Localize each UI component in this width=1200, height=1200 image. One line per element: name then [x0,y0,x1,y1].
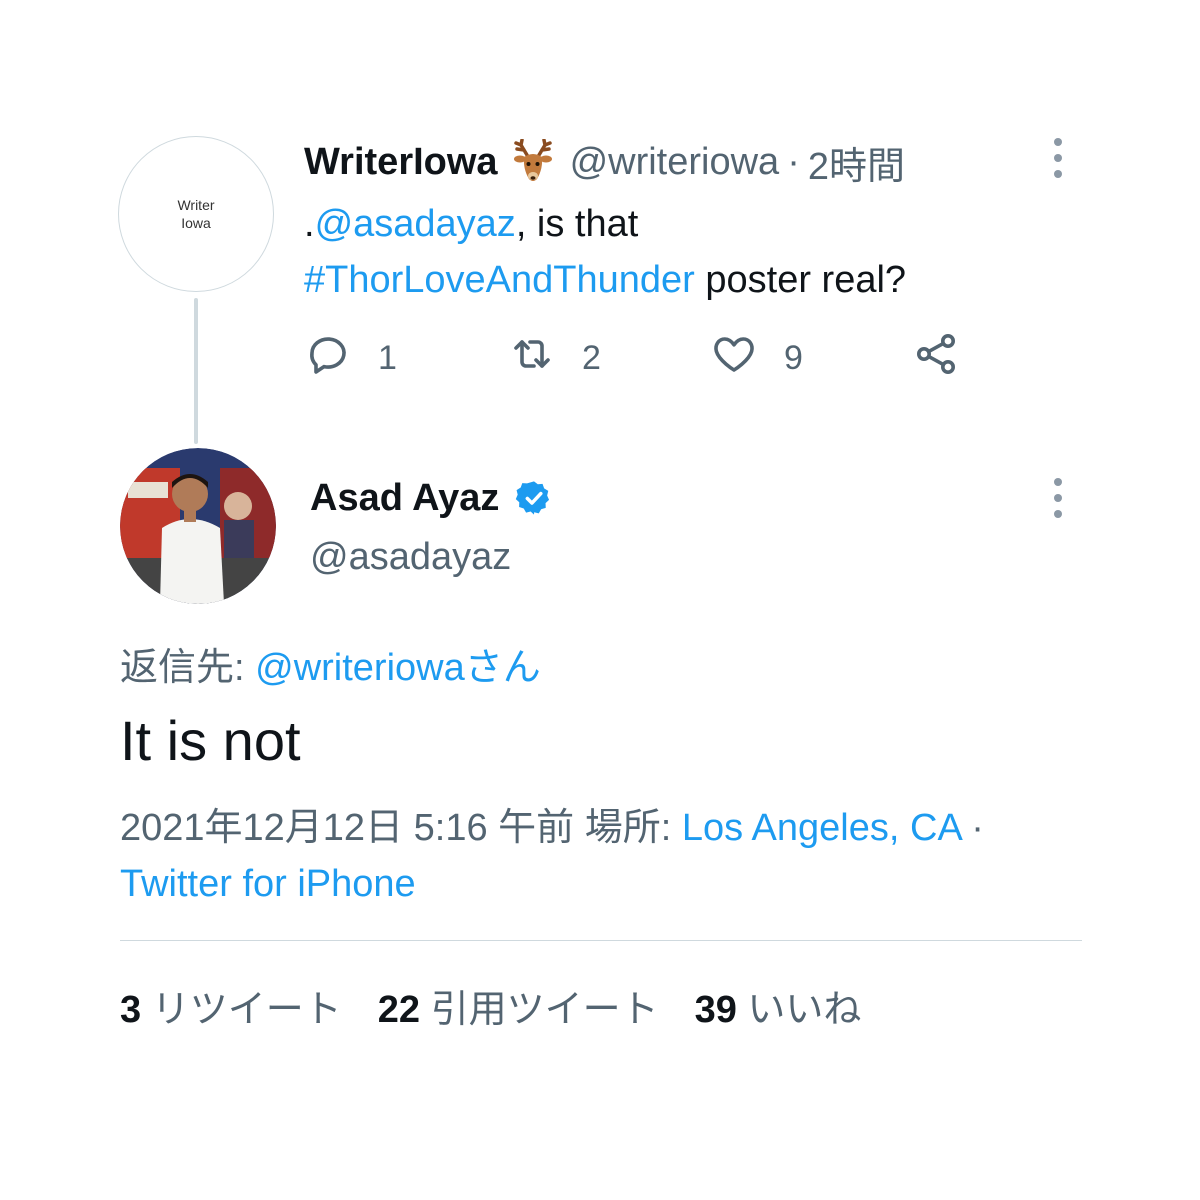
source-link[interactable]: Twitter for iPhone [120,863,416,905]
heart-icon [710,330,758,387]
retweet-button[interactable]: 2 [508,330,601,387]
reply-avatar[interactable] [120,448,276,604]
mention-link[interactable]: @asadayaz [315,203,516,245]
header-separator: · [787,140,800,183]
deer-emoji-icon [510,139,556,185]
divider [120,940,1082,941]
avatar-text-line2: Iowa [181,215,211,231]
quote-tweets-count: 22 [377,989,420,1031]
tweet-metadata: 2021年12月12日 5:16 午前 場所: Los Angeles, CA … [120,800,1100,912]
retweet-icon [508,330,556,387]
parent-more-icon[interactable] [1052,138,1064,178]
parent-handle[interactable]: @writeriowa [570,141,780,184]
parent-actions-bar: 1 2 9 [304,330,984,390]
tweet-date[interactable]: 2021年12月12日 5:16 午前 [120,807,585,849]
text-prefix: . [304,203,315,245]
text-suffix: poster real? [694,259,907,301]
parent-tweet-text: .@asadayaz, is that #ThorLoveAndThunder … [304,196,1024,308]
share-icon [912,330,960,387]
reply-more-icon[interactable] [1052,478,1064,518]
parent-display-name[interactable]: WriterIowa [304,141,498,184]
engagement-stats: 3 リツイート 22 引用ツイート 39 いいね [120,978,897,1033]
location-label: 場所: [584,807,682,849]
reply-name-row: Asad Ayaz [310,474,553,522]
verified-badge-icon [515,479,553,517]
retweets-label: リツイート [151,989,342,1031]
meta-separator: · [960,807,984,849]
likes-count: 39 [694,989,737,1031]
thread-connector-line [194,298,198,444]
location-link[interactable]: Los Angeles, CA [682,807,961,849]
likes-stat[interactable]: 39 いいね [695,978,862,1033]
retweets-stat[interactable]: 3 リツイート [120,978,342,1033]
reply-icon [304,330,352,387]
hashtag-link[interactable]: #ThorLoveAndThunder [304,259,695,301]
parent-tweet-header: WriterIowa @writeriowa · 2時間 [304,136,905,188]
reply-button[interactable]: 1 [304,330,397,387]
avatar-text-line1: Writer [177,197,215,213]
parent-time[interactable]: 2時間 [808,135,905,190]
like-button[interactable]: 9 [710,330,803,387]
reply-handle[interactable]: @asadayaz [310,536,511,579]
reply-display-name[interactable]: Asad Ayaz [310,477,499,520]
reply-count: 1 [378,339,397,377]
quote-tweets-stat[interactable]: 22 引用ツイート [378,978,659,1033]
share-button[interactable] [912,330,960,387]
like-count: 9 [784,339,803,377]
text-mid: , is that [515,203,639,245]
replying-to: 返信先: @writeriowaさん [120,636,541,691]
reply-tweet-text: It is not [120,709,301,772]
retweet-count: 2 [582,339,601,377]
retweets-count: 3 [120,989,142,1031]
parent-avatar[interactable]: Writer Iowa [118,136,274,292]
replying-to-label: 返信先: [120,647,256,689]
replying-to-handle[interactable]: @writeriowaさん [255,647,541,689]
likes-label: いいね [747,989,862,1031]
quote-tweets-label: 引用ツイート [430,989,659,1031]
